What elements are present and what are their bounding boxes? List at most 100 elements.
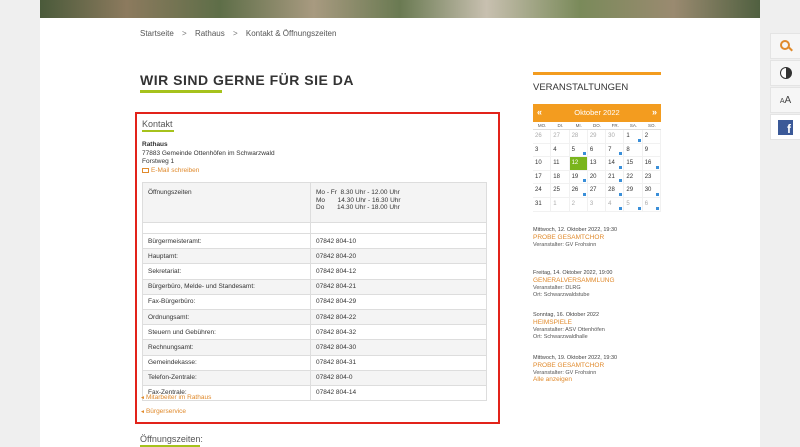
calendar-day[interactable]: 1 xyxy=(551,197,570,212)
calendar-day[interactable]: 13 xyxy=(587,157,607,171)
all-events-link[interactable]: Alle anzeigen xyxy=(533,376,572,383)
breadcrumb-separator: > xyxy=(182,29,187,38)
calendar-day[interactable]: 9 xyxy=(642,143,661,158)
calendar-day[interactable]: 22 xyxy=(624,170,643,185)
calendar-day[interactable]: 2 xyxy=(642,130,661,144)
email-link-label: E-Mail schreiben xyxy=(151,167,200,174)
phone-number: 07842 804-12 xyxy=(310,263,487,280)
calendar-day[interactable]: 20 xyxy=(587,170,607,185)
department-label: Gemeindekasse: xyxy=(142,354,311,371)
calendar-day[interactable]: 19 xyxy=(569,170,588,185)
calendar-day[interactable]: 7 xyxy=(606,143,625,158)
weekday-label: MO. xyxy=(537,123,547,128)
calendar-day[interactable]: 17 xyxy=(533,170,552,185)
calendar-day[interactable]: 25 xyxy=(551,184,570,198)
breadcrumb-rathaus[interactable]: Rathaus xyxy=(195,29,225,38)
calendar-day[interactable]: 10 xyxy=(533,157,552,171)
calendar-day[interactable]: 11 xyxy=(551,157,570,171)
phone-number: 07842 804-10 xyxy=(310,232,487,250)
hours-line: Mo 14.30 Uhr - 16.30 Uhr xyxy=(316,196,401,204)
calendar-day[interactable]: 21 xyxy=(606,170,625,185)
calendar-day[interactable]: 4 xyxy=(551,143,570,158)
phone-number: 07842 804-21 xyxy=(310,278,487,295)
contrast-icon xyxy=(779,67,792,79)
phone-number: 07842 804-30 xyxy=(310,339,487,356)
calendar-day[interactable]: 8 xyxy=(624,143,643,158)
table-row: Hauptamt: 07842 804-20 xyxy=(142,248,487,265)
calendar-day[interactable]: 4 xyxy=(606,197,625,212)
event-title[interactable]: PROBE GESAMTCHOR xyxy=(533,234,617,242)
table-row: Rechnungsamt: 07842 804-30 xyxy=(142,339,487,356)
calendar-day[interactable]: 15 xyxy=(624,157,643,171)
kontakt-heading: Kontakt xyxy=(142,119,173,129)
search-button[interactable] xyxy=(770,33,800,59)
buergerservice-link[interactable]: ◄Bürgerservice xyxy=(140,408,186,415)
calendar-day[interactable]: 26 xyxy=(533,130,552,144)
event-meta: Veranstalter: DLRG xyxy=(533,285,581,291)
kontakt-section: Kontakt Rathaus 77883 Gemeinde Ottenhöfe… xyxy=(135,112,500,424)
calendar-day[interactable]: 26 xyxy=(569,184,588,198)
page-title: WIR SIND GERNE FÜR SIE DA xyxy=(140,72,354,88)
contrast-button[interactable] xyxy=(770,60,800,86)
email-link[interactable]: E-Mail schreiben xyxy=(142,167,199,174)
calendar-weekdays: MO. DI. MI. DO. FR. SA. SO. xyxy=(533,122,661,130)
calendar-day[interactable]: 28 xyxy=(606,184,625,198)
department-label: Bürgermeisteramt: xyxy=(142,232,311,250)
event-item: Sonntag, 16. Oktober 2022 HEIMSPIELE Veran… xyxy=(533,312,605,341)
calendar-day[interactable]: 27 xyxy=(587,184,607,198)
address-street: Forstweg 1 xyxy=(142,158,175,165)
department-label: Bürgerbüro, Melde- und Standesamt: xyxy=(142,278,311,295)
calendar-day[interactable]: 2 xyxy=(569,197,588,212)
event-item: Mittwoch, 19. Oktober 2022, 19:30 PROBE G… xyxy=(533,355,617,377)
weekday-label: DO. xyxy=(592,123,601,128)
department-label: Ordnungsamt: xyxy=(142,308,311,326)
event-title[interactable]: PROBE GESAMTCHOR xyxy=(533,362,617,370)
phone-number: 07842 804-29 xyxy=(310,293,487,310)
calendar-day[interactable]: 30 xyxy=(642,184,661,198)
facebook-icon: f xyxy=(778,119,793,135)
table-spacer xyxy=(142,222,487,234)
calendar-day[interactable]: 16 xyxy=(642,157,661,171)
weekday-label: MI. xyxy=(575,123,582,128)
calendar-day[interactable]: 30 xyxy=(606,130,625,144)
calendar-day[interactable]: 5 xyxy=(569,143,588,158)
calendar-day-today[interactable]: 12 xyxy=(569,157,588,171)
calendar-day[interactable]: 5 xyxy=(624,197,643,212)
calendar-day[interactable]: 6 xyxy=(642,197,661,212)
weekday-label: SO. xyxy=(647,123,656,128)
calendar-day[interactable]: 1 xyxy=(624,130,643,144)
calendar-next-button[interactable]: » xyxy=(652,107,657,117)
table-row: Bürgerbüro, Melde- und Standesamt: 07842 … xyxy=(142,278,487,295)
calendar-day[interactable]: 31 xyxy=(533,197,552,212)
arrow-icon: ◄ xyxy=(140,395,145,401)
phone-number: 07842 804-32 xyxy=(310,324,487,341)
department-label: Hauptamt: xyxy=(142,248,311,265)
event-title[interactable]: HEIMSPIELE xyxy=(533,319,605,327)
phone-number: 07842 804-22 xyxy=(310,308,487,326)
calendar-day[interactable]: 27 xyxy=(551,130,570,144)
font-size-button[interactable]: AA xyxy=(770,87,800,113)
calendar-day[interactable]: 28 xyxy=(569,130,588,144)
calendar-day[interactable]: 23 xyxy=(642,170,661,185)
calendar-day[interactable]: 18 xyxy=(551,170,570,185)
event-meta: Ort: Schwarzwaldhalle xyxy=(533,334,588,340)
event-date: Freitag, 14. Oktober 2022, 19:00 xyxy=(533,270,613,276)
mitarbeiter-link[interactable]: ◄Mitarbeiter im Rathaus xyxy=(140,394,211,401)
table-row: Telefon-Zentrale: 07842 804-0 xyxy=(142,369,487,386)
buergerservice-link-label: Bürgerservice xyxy=(145,408,187,415)
calendar-day[interactable]: 14 xyxy=(606,157,625,171)
breadcrumb-home[interactable]: Startseite xyxy=(140,29,174,38)
event-title[interactable]: GENERALVERSAMMLUNG xyxy=(533,277,615,285)
calendar-day[interactable]: 3 xyxy=(533,143,552,158)
weekday-label: DI. xyxy=(557,123,564,128)
calendar-day[interactable]: 3 xyxy=(587,197,607,212)
department-label: Telefon-Zentrale: xyxy=(142,369,311,386)
calendar-day[interactable]: 29 xyxy=(624,184,643,198)
calendar-day[interactable]: 29 xyxy=(587,130,607,144)
calendar-day[interactable]: 6 xyxy=(587,143,607,158)
event-item: Freitag, 14. Oktober 2022, 19:00 GENERALV… xyxy=(533,270,615,299)
calendar-day[interactable]: 24 xyxy=(533,184,552,198)
facebook-button[interactable]: f xyxy=(770,114,800,140)
event-meta: Veranstalter: ASV Ottenhöfen xyxy=(533,327,605,333)
table-row: Bürgermeisteramt: 07842 804-10 xyxy=(142,232,487,250)
